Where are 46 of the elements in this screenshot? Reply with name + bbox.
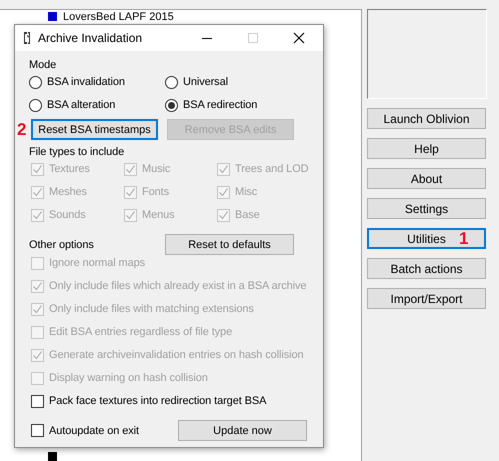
radio-label: Universal bbox=[183, 76, 228, 88]
list-item[interactable]: LoversBed LAPF 2015 bbox=[63, 10, 174, 22]
dialog-button[interactable]: Reset BSA timestamps bbox=[31, 119, 158, 140]
checkbox[interactable] bbox=[31, 424, 44, 437]
radio-label: BSA invalidation bbox=[47, 76, 125, 88]
radio-label: BSA alteration bbox=[47, 99, 116, 111]
checkbox-label: Edit BSA entries regardless of file type bbox=[49, 326, 232, 338]
checkbox[interactable] bbox=[31, 394, 44, 408]
checkbox-label: Display warning on hash collision bbox=[49, 372, 208, 384]
radio-button[interactable] bbox=[165, 98, 178, 112]
close-icon bbox=[293, 32, 305, 44]
side-button[interactable]: Help bbox=[367, 138, 486, 159]
annotation-number: 2 bbox=[17, 121, 26, 138]
checkbox-label: Pack face textures into redirection target BSA bbox=[49, 395, 266, 407]
checkbox-label: Fonts bbox=[142, 186, 170, 198]
checkbox-label: Misc bbox=[235, 186, 258, 198]
checkbox-label: Textures bbox=[49, 163, 90, 175]
section-label: Mode bbox=[29, 58, 58, 73]
checkbox-label: Sounds bbox=[49, 209, 86, 221]
checkbox-label: Base bbox=[235, 209, 260, 221]
radio-button[interactable] bbox=[29, 98, 42, 112]
checkbox-label: Generate archiveinvalidation entries on hash collision bbox=[49, 349, 304, 361]
maximize-icon bbox=[247, 32, 259, 44]
dialog-button[interactable]: Update now bbox=[178, 420, 307, 441]
checkbox-label: Menus bbox=[142, 209, 175, 221]
side-button[interactable]: Batch actions bbox=[367, 258, 486, 279]
app-icon bbox=[22, 31, 32, 45]
radio-button[interactable] bbox=[165, 76, 178, 88]
window-title: Archive Invalidation bbox=[38, 31, 144, 45]
section-label: Other options bbox=[29, 238, 94, 252]
side-button[interactable]: Import/Export bbox=[367, 288, 486, 309]
radio-label: BSA redirection bbox=[183, 99, 258, 111]
side-button[interactable]: Settings bbox=[367, 198, 486, 219]
checkbox-label: Ignore normal maps bbox=[49, 257, 146, 269]
side-button[interactable]: About bbox=[367, 168, 486, 189]
section-label: File types to include bbox=[29, 145, 126, 160]
checkbox-label: Only include files with matching extensions bbox=[49, 303, 254, 315]
checkbox-label: Music bbox=[142, 163, 170, 175]
checkbox-label: Trees and LOD bbox=[235, 163, 308, 175]
checkbox-label: Meshes bbox=[49, 186, 87, 198]
annotation-number: 1 bbox=[459, 230, 468, 247]
checkbox-label: Only include files which already exist in a BSA archive bbox=[49, 280, 306, 292]
radio-button[interactable] bbox=[29, 76, 42, 88]
side-button[interactable]: Launch Oblivion bbox=[367, 108, 486, 129]
checkbox-label: Autoupdate on exit bbox=[49, 424, 139, 436]
dialog-button[interactable]: Reset to defaults bbox=[165, 234, 294, 255]
